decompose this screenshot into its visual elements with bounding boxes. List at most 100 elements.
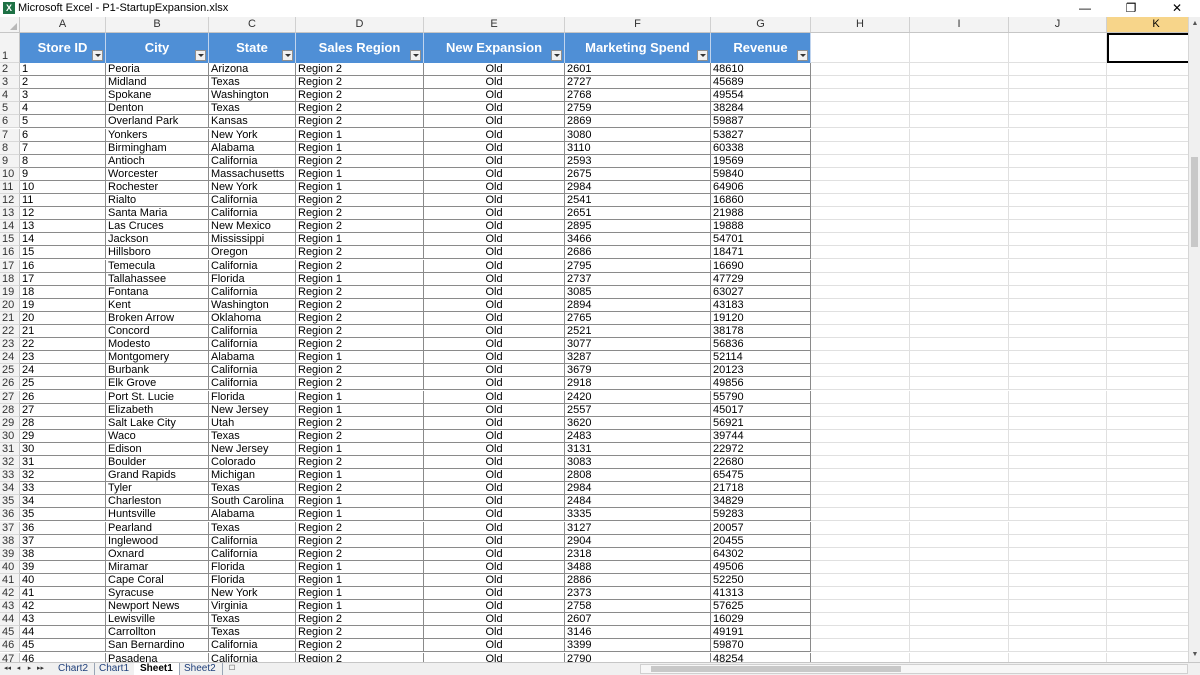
empty-cell[interactable] xyxy=(1107,89,1188,103)
table-cell[interactable]: 54701 xyxy=(711,233,811,247)
table-cell[interactable]: 45689 xyxy=(711,76,811,90)
worksheet-grid[interactable]: ABCDEFGHIJK 1 Store ID City State Sales Regi… xyxy=(0,17,1188,662)
empty-cell[interactable] xyxy=(811,573,910,587)
table-cell[interactable]: 2790 xyxy=(565,652,711,662)
empty-cell[interactable] xyxy=(1107,482,1188,496)
table-cell[interactable]: Old xyxy=(424,207,565,221)
table-cell[interactable]: California xyxy=(209,364,296,378)
empty-cell[interactable] xyxy=(1009,416,1107,430)
table-cell[interactable]: Region 2 xyxy=(296,76,424,90)
table-cell[interactable]: Region 2 xyxy=(296,613,424,627)
empty-cell[interactable] xyxy=(1009,128,1107,142)
column-header-b[interactable]: B xyxy=(106,17,209,32)
row-header[interactable]: 17 xyxy=(0,259,20,273)
table-cell[interactable]: Old xyxy=(424,377,565,391)
table-cell[interactable]: California xyxy=(209,325,296,339)
empty-cell[interactable] xyxy=(1009,167,1107,181)
table-cell[interactable]: 36 xyxy=(20,521,106,535)
table-cell[interactable]: Region 2 xyxy=(296,482,424,496)
empty-cell[interactable] xyxy=(811,115,910,129)
column-header-k[interactable]: K xyxy=(1107,17,1188,32)
table-cell[interactable]: Cape Coral xyxy=(106,573,209,587)
table-cell[interactable]: 2808 xyxy=(565,469,711,483)
row-header[interactable]: 24 xyxy=(0,351,20,365)
table-cell[interactable]: Pearland xyxy=(106,521,209,535)
table-cell[interactable]: Texas xyxy=(209,76,296,90)
table-cell[interactable]: 12 xyxy=(20,207,106,221)
column-header-j[interactable]: J xyxy=(1009,17,1107,32)
column-header-e[interactable]: E xyxy=(424,17,565,32)
table-cell[interactable]: 49191 xyxy=(711,626,811,640)
table-cell[interactable]: 2318 xyxy=(565,547,711,561)
table-cell[interactable]: 21718 xyxy=(711,482,811,496)
table-cell[interactable]: New Jersey xyxy=(209,442,296,456)
empty-cell[interactable] xyxy=(1009,456,1107,470)
column-header-h[interactable]: H xyxy=(811,17,910,32)
table-cell[interactable]: Region 2 xyxy=(296,521,424,535)
table-cell[interactable]: Region 2 xyxy=(296,325,424,339)
table-cell[interactable]: Region 2 xyxy=(296,259,424,273)
empty-cell[interactable] xyxy=(1009,560,1107,574)
table-cell[interactable]: 3085 xyxy=(565,285,711,299)
table-cell[interactable]: South Carolina xyxy=(209,495,296,509)
table-cell[interactable]: Peoria xyxy=(106,63,209,77)
table-cell[interactable]: 3146 xyxy=(565,626,711,640)
table-cell[interactable]: Old xyxy=(424,325,565,339)
table-cell[interactable]: Alabama xyxy=(209,141,296,155)
empty-cell[interactable] xyxy=(811,285,910,299)
empty-cell[interactable] xyxy=(910,154,1009,168)
table-cell[interactable]: 3 xyxy=(20,89,106,103)
table-cell[interactable]: Carrollton xyxy=(106,626,209,640)
table-cell[interactable]: 57625 xyxy=(711,600,811,614)
table-cell[interactable]: 65475 xyxy=(711,469,811,483)
row-header[interactable]: 36 xyxy=(0,508,20,522)
empty-cell[interactable] xyxy=(1107,351,1188,365)
row-header[interactable]: 31 xyxy=(0,442,20,456)
table-cell[interactable]: 5 xyxy=(20,115,106,129)
table-cell[interactable]: Region 1 xyxy=(296,469,424,483)
table-cell[interactable]: Old xyxy=(424,456,565,470)
table-cell[interactable]: Miramar xyxy=(106,560,209,574)
empty-cell[interactable] xyxy=(1009,390,1107,404)
row-header[interactable]: 29 xyxy=(0,416,20,430)
table-cell[interactable]: 19120 xyxy=(711,311,811,325)
table-cell[interactable]: Michigan xyxy=(209,469,296,483)
empty-cell[interactable] xyxy=(1009,194,1107,208)
table-cell[interactable]: Newport News xyxy=(106,600,209,614)
table-cell[interactable]: 3127 xyxy=(565,521,711,535)
empty-cell[interactable] xyxy=(1107,220,1188,234)
empty-cell[interactable] xyxy=(811,141,910,155)
table-cell[interactable]: 41 xyxy=(20,587,106,601)
table-cell[interactable]: New York xyxy=(209,587,296,601)
column-header-cell[interactable]: Revenue xyxy=(711,33,811,63)
table-cell[interactable]: Jackson xyxy=(106,233,209,247)
table-cell[interactable]: Old xyxy=(424,469,565,483)
table-cell[interactable]: Denton xyxy=(106,102,209,116)
table-cell[interactable]: 2420 xyxy=(565,390,711,404)
table-cell[interactable]: New Mexico xyxy=(209,220,296,234)
empty-cell[interactable] xyxy=(910,89,1009,103)
table-cell[interactable]: Texas xyxy=(209,429,296,443)
table-cell[interactable]: California xyxy=(209,652,296,662)
table-cell[interactable]: Region 1 xyxy=(296,508,424,522)
empty-cell[interactable] xyxy=(910,482,1009,496)
table-cell[interactable]: Old xyxy=(424,180,565,194)
table-cell[interactable]: Region 2 xyxy=(296,102,424,116)
table-cell[interactable]: 44 xyxy=(20,626,106,640)
vertical-scroll-thumb[interactable] xyxy=(1191,157,1198,247)
table-cell[interactable]: Region 2 xyxy=(296,652,424,662)
row-header[interactable]: 45 xyxy=(0,626,20,640)
table-cell[interactable]: 38 xyxy=(20,547,106,561)
empty-cell[interactable] xyxy=(910,547,1009,561)
table-cell[interactable]: Old xyxy=(424,89,565,103)
filter-dropdown-icon[interactable] xyxy=(797,50,808,61)
table-cell[interactable]: Washington xyxy=(209,89,296,103)
table-cell[interactable]: 17 xyxy=(20,272,106,286)
empty-cell[interactable] xyxy=(1009,482,1107,496)
empty-cell[interactable] xyxy=(910,325,1009,339)
table-cell[interactable]: Fontana xyxy=(106,285,209,299)
empty-cell[interactable] xyxy=(1107,443,1188,456)
table-cell[interactable]: Region 1 xyxy=(296,600,424,614)
table-cell[interactable]: 26 xyxy=(20,390,106,404)
empty-cell[interactable] xyxy=(910,508,1009,522)
